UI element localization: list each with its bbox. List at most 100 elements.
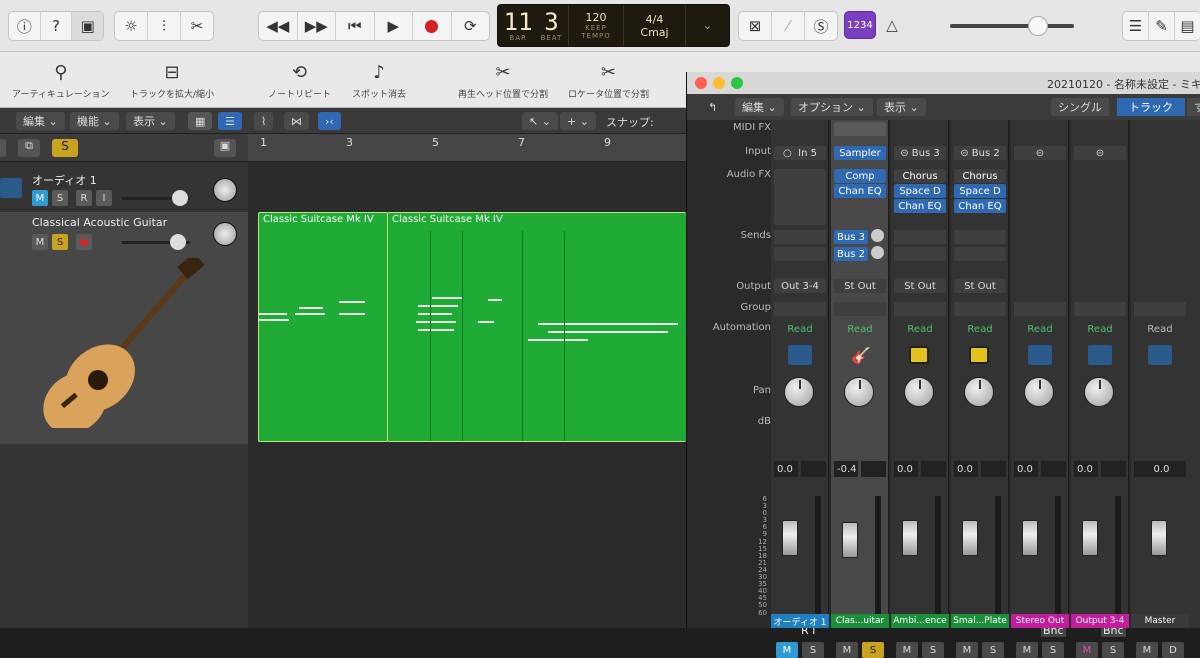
group-slot[interactable] <box>954 302 1006 316</box>
output-slot[interactable]: Out 3-4 <box>774 279 826 293</box>
channel-name[interactable]: Clas...uitar <box>831 614 889 628</box>
play-button[interactable]: ▶ <box>375 12 413 40</box>
output-slot[interactable]: St Out <box>894 279 946 293</box>
input-slot[interactable]: Sampler <box>834 146 886 160</box>
pan-knob[interactable] <box>844 377 874 407</box>
automation-mode[interactable]: Read <box>834 322 886 336</box>
volume-fader[interactable] <box>902 520 918 556</box>
send-slot[interactable] <box>774 247 826 261</box>
spot-erase-tool[interactable]: ♪ スポット消去 <box>352 62 406 100</box>
automation-mode[interactable]: Read <box>1014 322 1066 336</box>
send-level-knob[interactable] <box>871 229 884 242</box>
master-volume-slider[interactable] <box>950 24 1074 28</box>
automation-mode[interactable]: Read <box>954 322 1006 336</box>
channel-name[interactable]: オーディオ 1 <box>771 614 829 628</box>
solo-button[interactable]: S <box>862 642 884 658</box>
split-locator-tool[interactable]: ✂ ロケータ位置で分割 <box>568 62 649 100</box>
input-slot[interactable]: ○ In 5 <box>774 146 826 160</box>
functions-menu[interactable]: 機能 ⌄ <box>70 112 119 130</box>
add-track-icon[interactable] <box>0 139 6 157</box>
zoom-icon[interactable] <box>731 77 743 89</box>
solo-icon[interactable]: Ⓢ <box>805 12 837 40</box>
volume-handle[interactable] <box>170 234 186 250</box>
rewind-button[interactable]: ◀◀ <box>259 12 298 40</box>
send-slot[interactable] <box>954 230 1006 244</box>
view-menu[interactable]: 表示 ⌄ <box>126 112 175 130</box>
group-slot[interactable] <box>1074 302 1126 316</box>
volume-handle[interactable] <box>172 190 188 206</box>
send-slot[interactable] <box>894 230 946 244</box>
replace-icon[interactable]: ⊠ <box>739 12 772 40</box>
tuner-icon[interactable]: ⁄ <box>772 12 805 40</box>
send-slot[interactable] <box>954 247 1006 261</box>
input-slot[interactable]: ⊝ Bus 3 <box>894 146 946 160</box>
input-monitor-button[interactable]: I <box>96 190 112 206</box>
pan-knob[interactable] <box>1084 377 1114 407</box>
record-button[interactable] <box>413 12 452 40</box>
crosshair-tool[interactable]: + ⌄ <box>560 112 596 130</box>
go-to-start-button[interactable]: ⏮ <box>336 12 375 40</box>
channel-name[interactable]: Master <box>1131 614 1189 628</box>
volume-fader[interactable] <box>1082 520 1098 556</box>
articulation-tool[interactable]: ⚲ アーティキュレーション <box>12 62 110 100</box>
mute-button[interactable]: M <box>836 642 858 658</box>
mute-button[interactable]: M <box>1076 642 1098 658</box>
plugin-slot[interactable]: Chorus <box>894 169 946 183</box>
automation-mode[interactable]: Read <box>1074 322 1126 336</box>
solo-button[interactable]: S <box>802 642 824 658</box>
solo-button[interactable]: S <box>922 642 944 658</box>
volume-fader[interactable] <box>842 522 858 558</box>
count-in-button[interactable]: 1234 <box>844 11 876 39</box>
send-slot[interactable] <box>894 247 946 261</box>
library-icon[interactable]: ▣ <box>72 12 104 40</box>
record-enable-button[interactable]: R <box>76 190 92 206</box>
dim-button[interactable]: D <box>1162 642 1184 658</box>
volume-fader[interactable] <box>962 520 978 556</box>
automation-mode[interactable]: Read <box>894 322 946 336</box>
channel-name[interactable]: Stereo Out <box>1011 614 1069 628</box>
plugin-slot[interactable]: Comp <box>834 169 886 183</box>
back-icon[interactable]: ↰ <box>701 98 725 116</box>
pan-knob[interactable] <box>964 377 994 407</box>
send-slot[interactable]: Bus 3 <box>834 230 868 244</box>
browser-icon[interactable]: ▤ <box>1175 12 1200 40</box>
input-slot[interactable]: ⊝ Bus 2 <box>954 146 1006 160</box>
chevron-down-icon[interactable]: ⌄ <box>686 5 729 46</box>
mixer-view-menu[interactable]: 表示 ⌄ <box>877 98 926 116</box>
track-row-guitar[interactable]: Classical Acoustic Guitar M S ● <box>0 212 248 444</box>
volume-handle[interactable] <box>1028 16 1048 36</box>
edit-menu[interactable]: 編集 ⌄ <box>16 112 65 130</box>
forward-button[interactable]: ▶▶ <box>298 12 336 40</box>
flex-icon[interactable]: ›‹ <box>318 112 341 130</box>
minimize-icon[interactable] <box>713 77 725 89</box>
plugin-slot[interactable]: Chan EQ <box>834 184 886 198</box>
help-icon[interactable]: ? <box>41 12 73 40</box>
volume-fader[interactable] <box>782 520 798 556</box>
send-slot[interactable] <box>774 230 826 244</box>
editors-icon[interactable]: ✂ <box>181 12 213 40</box>
track-row-audio[interactable]: オーディオ 1 M S R I <box>0 170 248 210</box>
split-playhead-tool[interactable]: ✂ 再生ヘッド位置で分割 <box>458 62 548 100</box>
midi-region[interactable]: Classic Suitcase Mk IV <box>387 212 686 442</box>
input-slot[interactable]: ⊝ <box>1074 146 1126 160</box>
duplicate-icon[interactable]: ⧉ <box>18 139 40 157</box>
mute-button[interactable]: M <box>1136 642 1158 658</box>
mute-button[interactable]: M <box>32 190 48 206</box>
plugin-slot[interactable]: Chan EQ <box>954 199 1006 213</box>
mixer-options-menu[interactable]: オプション ⌄ <box>791 98 873 116</box>
global-solo-button[interactable]: S <box>52 139 78 157</box>
mixer-icon[interactable]: ⫶ <box>148 12 181 40</box>
tracks-area[interactable]: 1 3 5 7 9 Classic Suitcase Mk IV Classic… <box>248 134 686 628</box>
group-slot[interactable] <box>1014 302 1066 316</box>
lcd-display[interactable]: 11 BAR 3 BEAT 120 KEEP TEMPO 4/4 Cmaj ⌄ <box>497 4 730 47</box>
channel-name[interactable]: Output 3-4 <box>1071 614 1129 628</box>
plugin-slot[interactable]: Space D <box>954 184 1006 198</box>
pan-knob[interactable] <box>213 222 237 246</box>
zoom-track-tool[interactable]: ⊟ トラックを拡大/縮小 <box>130 62 214 100</box>
group-slot[interactable] <box>774 302 826 316</box>
solo-button[interactable]: S <box>1102 642 1124 658</box>
list-icon[interactable]: ☰ <box>1123 12 1149 40</box>
group-slot[interactable] <box>834 302 886 316</box>
catch-icon[interactable]: ⋈ <box>284 112 309 130</box>
track-tab[interactable]: トラック <box>1117 98 1185 116</box>
